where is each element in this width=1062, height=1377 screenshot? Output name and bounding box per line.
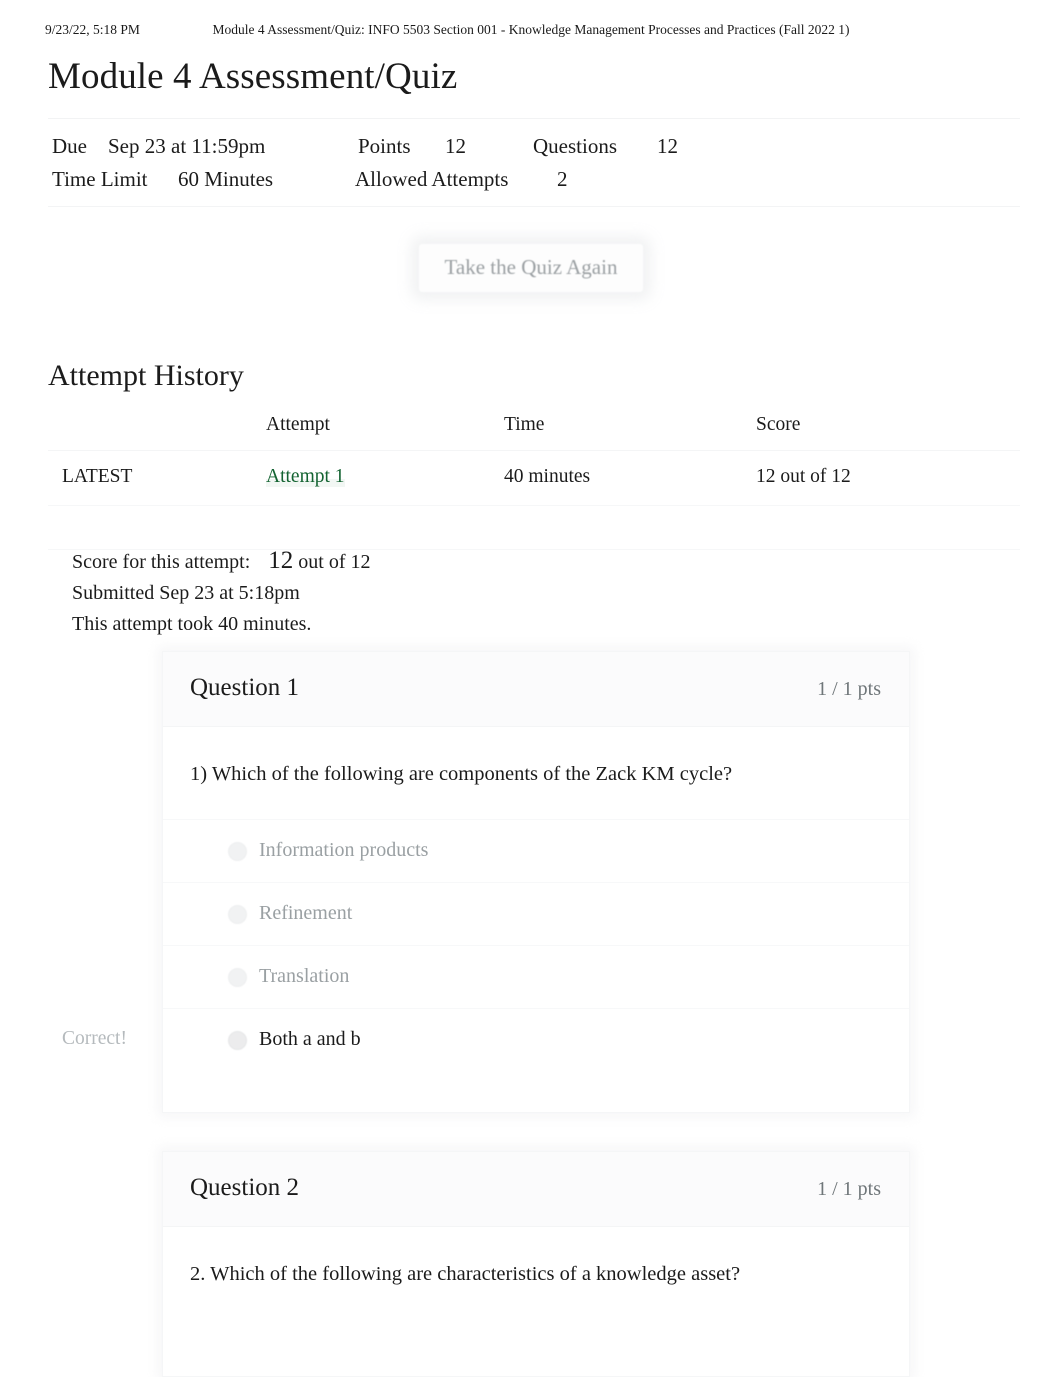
question-1-name: Question 1 <box>190 674 300 701</box>
question-2-text: 2. Which of the following are characteri… <box>190 1263 741 1285</box>
due-label: Due <box>52 134 87 158</box>
question-2-name: Question 2 <box>190 1174 300 1201</box>
quiz-details-row-1: Due Sep 23 at 11:59pm Points 12 Question… <box>48 130 1020 163</box>
answer-label: Refinement <box>259 902 353 924</box>
answer-label: Translation <box>259 965 350 987</box>
answer-option[interactable]: Information products <box>163 820 909 883</box>
question-1-body: 1) Which of the following are components… <box>163 727 909 1072</box>
cell-score: 12 out of 12 <box>756 450 1020 506</box>
points-value: 12 <box>445 134 466 158</box>
score-outof: out of 12 <box>298 551 371 573</box>
quiz-details: Due Sep 23 at 11:59pm Points 12 Question… <box>48 118 1020 207</box>
question-1-header: Question 1 1 / 1 pts <box>163 652 909 727</box>
question-block-2: Question 2 1 / 1 pts 2. Which of the fol… <box>162 1151 910 1377</box>
time-limit-label: Time Limit <box>52 167 148 191</box>
duration-line: This attempt took 40 minutes. <box>72 613 312 635</box>
question-2-body: 2. Which of the following are characteri… <box>163 1227 909 1289</box>
column-header-time: Time <box>504 414 756 451</box>
radio-button-icon[interactable] <box>228 905 247 924</box>
allowed-attempts-value: 2 <box>557 167 568 191</box>
allowed-attempts-label: Allowed Attempts <box>355 167 509 191</box>
radio-button-icon[interactable] <box>228 842 247 861</box>
question-block-1: Question 1 1 / 1 pts 1) Which of the fol… <box>162 651 910 1113</box>
spacer-cell-1 <box>48 505 266 550</box>
score-summary: Score for this attempt: 12 out of 12 Submi… <box>72 545 972 640</box>
table-spacer-row <box>48 505 1020 550</box>
question-2-header: Question 2 1 / 1 pts <box>163 1152 909 1227</box>
spacer-cell-2 <box>266 505 504 550</box>
attempt-history-thead: Attempt Time Score <box>48 414 1020 451</box>
cell-attempt: Attempt 1 <box>266 450 504 506</box>
table-header-row: Attempt Time Score <box>48 414 1020 451</box>
score-value: 12 <box>268 547 294 574</box>
spacer-cell-3 <box>504 505 756 550</box>
question-1-points: 1 / 1 pts <box>817 678 881 700</box>
answer-option[interactable]: Refinement <box>163 883 909 946</box>
radio-button-icon[interactable] <box>228 968 247 987</box>
quiz-details-row-2: Time Limit 60 Minutes Allowed Attempts 2 <box>48 163 1020 196</box>
cell-kept: LATEST <box>48 450 266 506</box>
question-2-points: 1 / 1 pts <box>817 1178 881 1200</box>
correct-answer-tag: Correct! <box>62 1028 127 1049</box>
cell-time: 40 minutes <box>504 450 756 506</box>
column-header-attempt: Attempt <box>266 414 504 451</box>
answer-label: Both a and b <box>259 1028 361 1050</box>
attempt-history-heading: Attempt History <box>48 359 244 392</box>
take-quiz-again-button[interactable]: Take the Quiz Again <box>417 243 645 293</box>
points-label: Points <box>358 134 411 158</box>
attempt-1-link[interactable]: Attempt 1 <box>266 466 345 487</box>
question-1-answers: Information products Refinement Translat… <box>163 819 909 1072</box>
print-header: 9/23/22, 5:18 PM Module 4 Assessment/Qui… <box>0 22 1062 44</box>
column-header-kept <box>48 414 266 451</box>
submitted-line: Submitted Sep 23 at 5:18pm <box>72 582 300 604</box>
questions-value: 12 <box>657 134 678 158</box>
retake-button-container: Take the Quiz Again <box>0 243 1062 293</box>
score-label: Score for this attempt: <box>72 551 251 573</box>
answer-option-selected[interactable]: Both a and b <box>163 1009 909 1072</box>
time-limit-value: 60 Minutes <box>178 167 274 191</box>
attempt-history-tbody: LATEST Attempt 1 40 minutes 12 out of 12 <box>48 450 1020 550</box>
answer-label: Information products <box>259 839 429 861</box>
answer-option[interactable]: Translation <box>163 946 909 1009</box>
due-value: Sep 23 at 11:59pm <box>108 134 266 158</box>
question-1-text: 1) Which of the following are components… <box>190 763 733 785</box>
score-for-attempt-line: Score for this attempt: 12 out of 12 <box>72 545 972 578</box>
spacer-cell-4 <box>756 505 1020 550</box>
questions-label: Questions <box>533 134 617 158</box>
column-header-score: Score <box>756 414 1020 451</box>
attempt-history-table: Attempt Time Score LATEST Attempt 1 40 m… <box>48 414 1020 550</box>
page-title: Module 4 Assessment/Quiz <box>48 56 458 97</box>
table-row: LATEST Attempt 1 40 minutes 12 out of 12 <box>48 450 1020 506</box>
print-document-title: Module 4 Assessment/Quiz: INFO 5503 Sect… <box>212 22 850 37</box>
radio-button-selected-icon[interactable] <box>228 1031 247 1050</box>
